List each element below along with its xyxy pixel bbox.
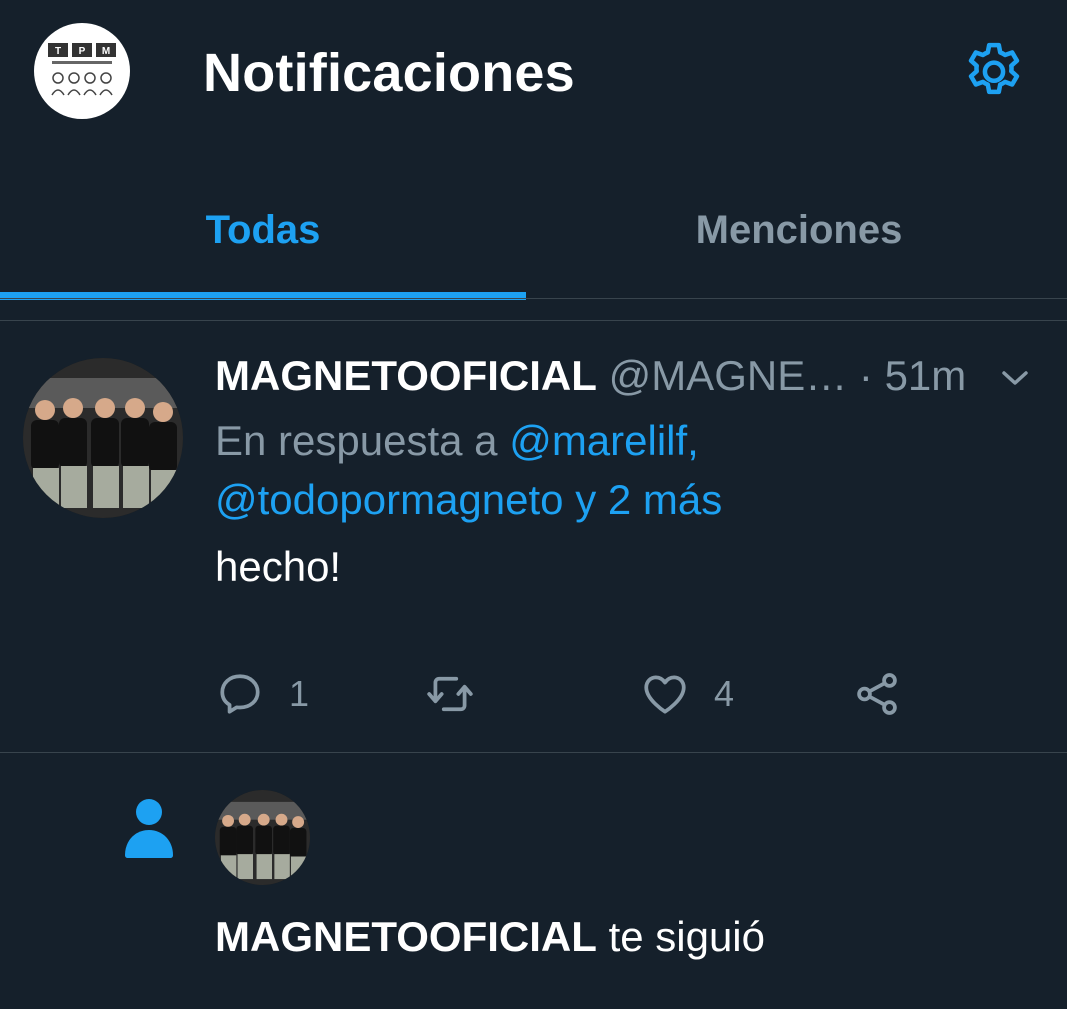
tab-all[interactable]: Todas — [0, 190, 526, 270]
reply-icon — [220, 674, 260, 714]
group-photo — [23, 358, 183, 518]
group-photo — [215, 790, 310, 885]
svg-text:P: P — [79, 46, 86, 57]
share-icon — [857, 673, 897, 715]
follow-action: te siguió — [608, 913, 765, 960]
tab-mentions[interactable]: Menciones — [536, 190, 1062, 270]
tweet-timestamp: 51m — [884, 352, 967, 399]
mention-link[interactable]: @todopormagneto y 2 más — [215, 476, 722, 523]
svg-text:T: T — [55, 46, 61, 57]
chevron-down-icon[interactable] — [996, 365, 1034, 391]
follow-notification[interactable]: MAGNETOOFICIAL te siguió — [0, 753, 1067, 1009]
tweet-avatar[interactable] — [23, 358, 183, 518]
app-header: T P M Notificaciones — [0, 0, 1067, 150]
follower-avatar[interactable] — [215, 790, 310, 885]
tweet-notification[interactable]: MAGNETOOFICIAL @MAGNE… · 51m En respuest… — [0, 321, 1067, 752]
tweet-actions: 1 4 — [215, 666, 935, 722]
reply-count: 1 — [289, 673, 310, 714]
tweet-header: MAGNETOOFICIAL @MAGNE… · 51m — [215, 348, 966, 404]
notification-tabs: Todas Menciones — [0, 190, 1067, 300]
follow-message: MAGNETOOFICIAL te siguió — [215, 909, 765, 965]
tweet-author-name[interactable]: MAGNETOOFICIAL — [215, 352, 597, 399]
tweet-body: hecho! — [215, 543, 342, 590]
profile-avatar[interactable]: T P M — [34, 23, 130, 119]
tab-divider — [0, 298, 1067, 299]
retweet-icon — [427, 676, 473, 712]
tweet-author-handle[interactable]: @MAGNE… — [609, 352, 848, 399]
tweet-separator: · — [858, 352, 873, 399]
mention-link[interactable]: @marelilf, — [509, 417, 699, 464]
page-title: Notificaciones — [203, 43, 575, 103]
tpm-logo: T P M — [48, 43, 116, 96]
like-icon — [644, 675, 686, 714]
person-icon — [121, 795, 177, 859]
reply-button[interactable]: 1 — [215, 666, 309, 722]
reply-prefix: En respuesta a — [215, 417, 498, 464]
share-button[interactable] — [852, 666, 902, 722]
like-count: 4 — [714, 673, 735, 714]
retweet-button[interactable] — [425, 666, 475, 722]
svg-text:M: M — [102, 46, 110, 57]
like-button[interactable]: 4 — [640, 666, 734, 722]
reply-context: En respuesta a @marelilf, @todopormagnet… — [215, 411, 1015, 529]
follower-name[interactable]: MAGNETOOFICIAL — [215, 913, 597, 960]
gear-icon[interactable] — [960, 38, 1028, 106]
